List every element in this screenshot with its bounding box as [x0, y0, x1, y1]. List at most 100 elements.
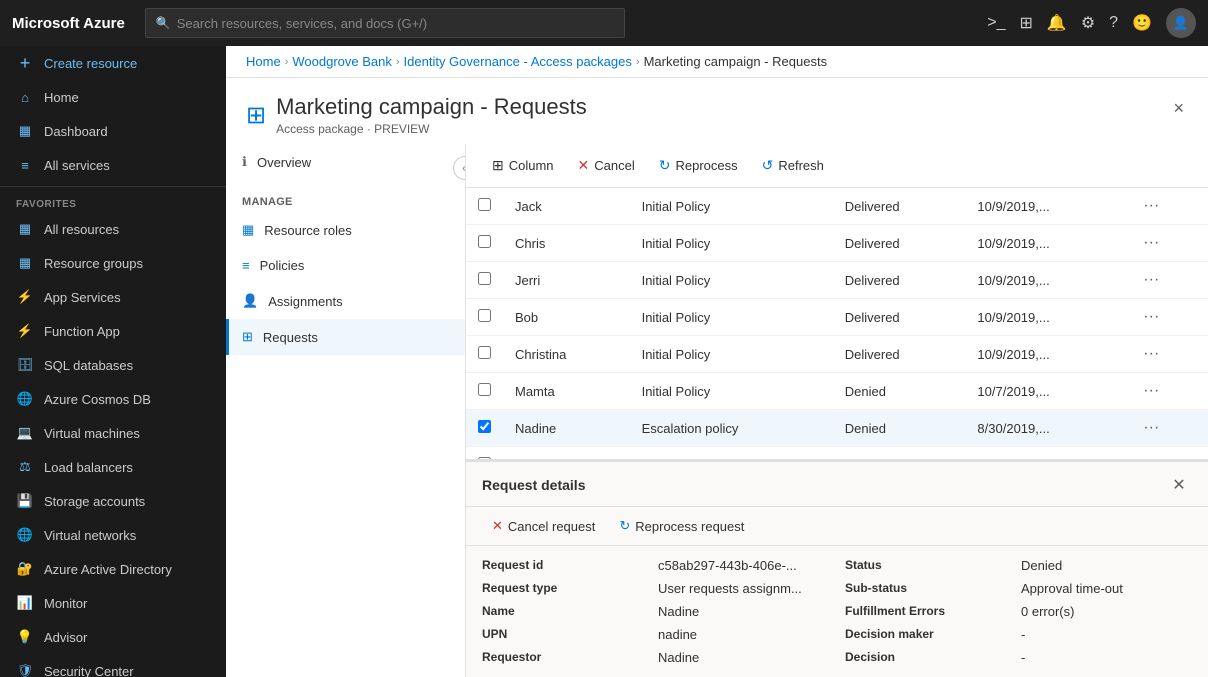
sidebar-item-azure-active-directory[interactable]: 🔐 Azure Active Directory: [0, 552, 226, 586]
details-panel: Request details ✕ ✕ Cancel request ↻ Rep…: [466, 459, 1208, 677]
table-row[interactable]: Chris Initial Policy Delivered 10/9/2019…: [466, 225, 1208, 262]
refresh-button[interactable]: ↺ Refresh: [752, 152, 834, 179]
breadcrumb-home[interactable]: Home: [246, 54, 281, 69]
settings-icon[interactable]: ⚙: [1081, 13, 1095, 33]
row-checkbox-cell[interactable]: [466, 410, 503, 447]
sidebar-item-advisor[interactable]: 💡 Advisor: [0, 620, 226, 654]
row-policy[interactable]: Initial Policy: [630, 188, 833, 225]
sidebar-item-security-center[interactable]: 🛡 Security Center: [0, 654, 226, 677]
breadcrumb-current: Marketing campaign - Requests: [644, 54, 828, 69]
row-checkbox[interactable]: [478, 457, 491, 459]
row-checkbox-cell[interactable]: [466, 299, 503, 336]
row-more-button[interactable]: ···: [1139, 343, 1163, 365]
row-policy[interactable]: Initial Policy: [630, 336, 833, 373]
left-nav-assignments[interactable]: 👤 Assignments: [226, 283, 465, 319]
create-icon: +: [16, 54, 34, 72]
row-checkbox-cell[interactable]: [466, 225, 503, 262]
sidebar-item-cosmos-db[interactable]: 🌐 Azure Cosmos DB: [0, 382, 226, 416]
row-more-button[interactable]: ···: [1139, 380, 1163, 402]
table-row[interactable]: Jessica Escalation policy Delivered 8/23…: [466, 447, 1208, 460]
row-more-cell[interactable]: ···: [1127, 373, 1208, 410]
row-checkbox-cell[interactable]: [466, 262, 503, 299]
row-more-cell[interactable]: ···: [1127, 225, 1208, 262]
row-checkbox[interactable]: [478, 198, 491, 211]
reprocess-button[interactable]: ↻ Reprocess: [649, 152, 748, 179]
search-input[interactable]: [177, 16, 614, 31]
left-nav-policies[interactable]: ≡ Policies: [226, 248, 465, 283]
row-more-button[interactable]: ···: [1139, 195, 1163, 217]
sidebar-item-home[interactable]: ⌂ Home: [0, 80, 226, 114]
cancel-request-button[interactable]: ✕ Cancel request: [482, 513, 605, 539]
sidebar-item-function-app[interactable]: ⚡ Function App: [0, 314, 226, 348]
breadcrumb-woodgrove[interactable]: Woodgrove Bank: [292, 54, 392, 69]
avatar[interactable]: 👤: [1166, 8, 1196, 38]
directory-icon[interactable]: ⊞: [1020, 13, 1033, 33]
terminal-icon[interactable]: >_: [987, 14, 1005, 32]
help-icon[interactable]: ?: [1109, 14, 1118, 32]
sidebar-item-all-resources[interactable]: ▦ All resources: [0, 212, 226, 246]
row-more-cell[interactable]: ···: [1127, 262, 1208, 299]
row-policy[interactable]: Initial Policy: [630, 373, 833, 410]
row-more-button[interactable]: ···: [1139, 454, 1163, 459]
cancel-button[interactable]: ✕ Cancel: [568, 152, 645, 179]
table-row[interactable]: Nadine Escalation policy Denied 8/30/201…: [466, 410, 1208, 447]
sidebar-item-monitor[interactable]: 📊 Monitor: [0, 586, 226, 620]
row-checkbox[interactable]: [478, 309, 491, 322]
row-policy[interactable]: Escalation policy: [630, 410, 833, 447]
row-checkbox-cell[interactable]: [466, 336, 503, 373]
row-policy[interactable]: Initial Policy: [630, 262, 833, 299]
left-nav-requests[interactable]: ⊞ Requests: [226, 319, 465, 355]
sidebar-item-dashboard[interactable]: ▦ Dashboard: [0, 114, 226, 148]
notification-icon[interactable]: 🔔: [1047, 13, 1067, 33]
resource-roles-icon: ▦: [242, 222, 254, 238]
row-policy[interactable]: Initial Policy: [630, 299, 833, 336]
breadcrumb-identity-governance[interactable]: Identity Governance - Access packages: [404, 54, 632, 69]
sidebar-item-virtual-networks[interactable]: 🌐 Virtual networks: [0, 518, 226, 552]
reprocess-request-button[interactable]: ↻ Reprocess request: [609, 513, 754, 539]
row-checkbox[interactable]: [478, 346, 491, 359]
row-policy[interactable]: Escalation policy: [630, 447, 833, 460]
row-policy[interactable]: Initial Policy: [630, 225, 833, 262]
row-name: Jerri: [503, 262, 630, 299]
row-checkbox[interactable]: [478, 235, 491, 248]
row-more-button[interactable]: ···: [1139, 417, 1163, 439]
row-checkbox[interactable]: [478, 272, 491, 285]
row-more-button[interactable]: ···: [1139, 306, 1163, 328]
sidebar-item-virtual-machines[interactable]: 💻 Virtual machines: [0, 416, 226, 450]
left-nav-resource-roles[interactable]: ▦ Resource roles: [226, 212, 465, 248]
detail-label: Decision maker: [845, 627, 1005, 642]
panel-close-button[interactable]: ×: [1169, 94, 1188, 123]
row-date: 10/9/2019,...: [965, 299, 1127, 336]
sidebar-item-all-services[interactable]: ≡ All services: [0, 148, 226, 182]
row-checkbox[interactable]: [478, 420, 491, 433]
sidebar-item-resource-groups[interactable]: ▦ Resource groups: [0, 246, 226, 280]
sidebar-item-sql-databases[interactable]: 🗄 SQL databases: [0, 348, 226, 382]
advisor-icon: 💡: [16, 628, 34, 646]
details-close-button[interactable]: ✕: [1166, 472, 1192, 498]
sidebar-item-app-services[interactable]: ⚡ App Services: [0, 280, 226, 314]
table-row[interactable]: Bob Initial Policy Delivered 10/9/2019,.…: [466, 299, 1208, 336]
row-checkbox[interactable]: [478, 383, 491, 396]
sidebar-item-create-resource[interactable]: + Create resource: [0, 46, 226, 80]
app-logo: Microsoft Azure: [12, 15, 125, 32]
row-checkbox-cell[interactable]: [466, 188, 503, 225]
row-more-cell[interactable]: ···: [1127, 188, 1208, 225]
row-more-button[interactable]: ···: [1139, 269, 1163, 291]
row-more-cell[interactable]: ···: [1127, 410, 1208, 447]
row-more-button[interactable]: ···: [1139, 232, 1163, 254]
row-checkbox-cell[interactable]: [466, 447, 503, 460]
feedback-icon[interactable]: 🙂: [1132, 13, 1152, 33]
left-nav-overview[interactable]: ℹ Overview: [226, 144, 465, 180]
table-row[interactable]: Jack Initial Policy Delivered 10/9/2019,…: [466, 188, 1208, 225]
table-row[interactable]: Jerri Initial Policy Delivered 10/9/2019…: [466, 262, 1208, 299]
row-more-cell[interactable]: ···: [1127, 336, 1208, 373]
sidebar-item-load-balancers[interactable]: ⚖ Load balancers: [0, 450, 226, 484]
table-row[interactable]: Mamta Initial Policy Denied 10/7/2019,..…: [466, 373, 1208, 410]
column-button[interactable]: ⊞ Column: [482, 152, 564, 179]
search-bar[interactable]: 🔍: [145, 8, 625, 38]
row-more-cell[interactable]: ···: [1127, 299, 1208, 336]
table-row[interactable]: Christina Initial Policy Delivered 10/9/…: [466, 336, 1208, 373]
sidebar-item-storage-accounts[interactable]: 💾 Storage accounts: [0, 484, 226, 518]
row-checkbox-cell[interactable]: [466, 373, 503, 410]
row-more-cell[interactable]: ···: [1127, 447, 1208, 460]
